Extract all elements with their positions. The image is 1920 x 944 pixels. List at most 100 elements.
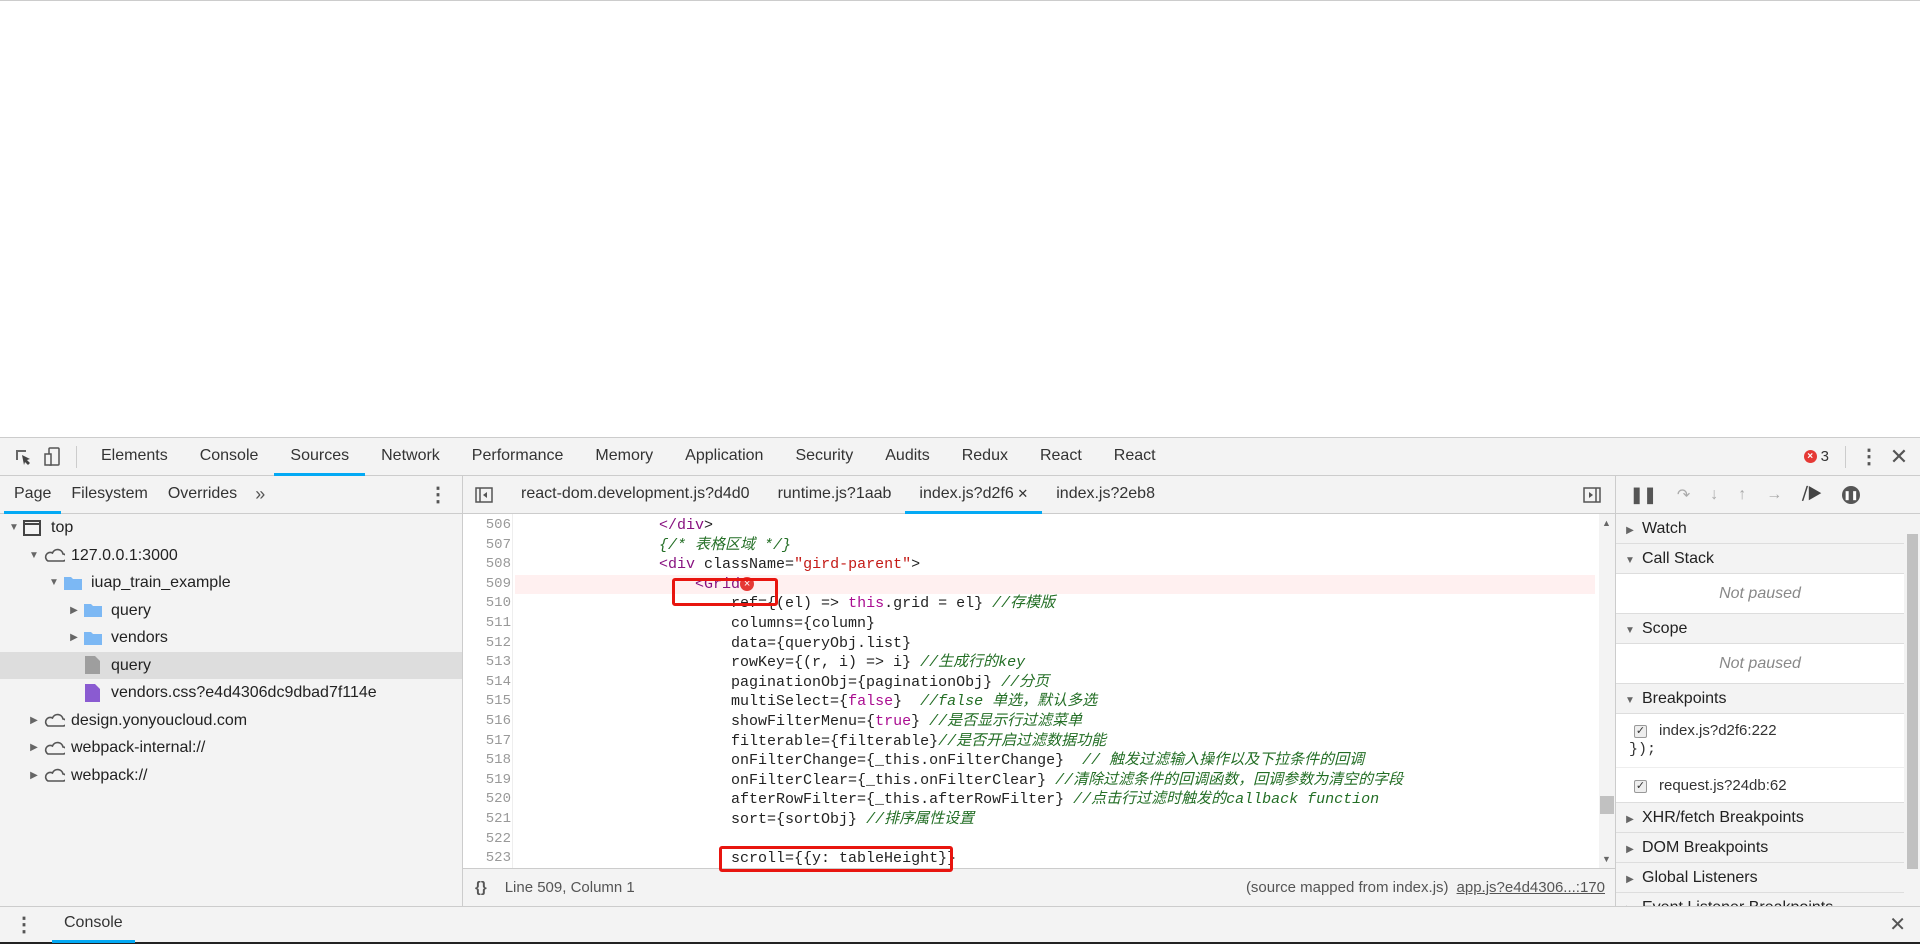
code-line[interactable]: paginationObj={paginationObj} //分页 [515, 673, 1595, 693]
tree-item[interactable]: query [0, 651, 462, 679]
editor-tab[interactable]: index.js?d2f6 ✕ [905, 476, 1043, 514]
expand-arrow-icon[interactable]: ▶ [68, 624, 80, 652]
line-number[interactable]: 514 [463, 673, 511, 693]
drawer-menu-icon[interactable]: ⋮ [14, 912, 34, 937]
code-line[interactable] [515, 830, 1595, 850]
close-tab-icon[interactable]: ✕ [1014, 486, 1028, 501]
line-number[interactable]: 516 [463, 712, 511, 732]
line-number[interactable]: 509 [463, 575, 511, 595]
tree-item[interactable]: ▼ iuap_train_example [0, 569, 462, 597]
breakpoint-item[interactable]: ✓ index.js?d2f6:222 }); [1616, 714, 1904, 768]
pretty-print-button[interactable]: {} [475, 879, 487, 896]
tab-page[interactable]: Page [4, 476, 62, 514]
section-dom-breakpoints[interactable]: ▶ DOM Breakpoints [1616, 833, 1904, 863]
tab-sources[interactable]: Sources [274, 438, 366, 476]
line-number[interactable]: 517 [463, 732, 511, 752]
pause-icon[interactable]: ❚❚ [1630, 485, 1657, 505]
tab-console[interactable]: Console [184, 438, 275, 476]
code-line[interactable]: <div className="gird-parent"> [515, 555, 1595, 575]
step-out-icon[interactable]: ↑ [1738, 486, 1746, 504]
tab-react[interactable]: React [1024, 438, 1098, 476]
code-editor[interactable]: ▲ ▼ 506 </div> 507 {/* 表格区域 */} 508 <div c… [463, 514, 1615, 868]
source-map-link[interactable]: app.js?e4d4306...:170 [1457, 879, 1605, 896]
section-xhr-fetch-breakpoints[interactable]: ▶ XHR/fetch Breakpoints [1616, 803, 1904, 833]
line-number[interactable]: 508 [463, 555, 511, 575]
line-number[interactable]: 511 [463, 614, 511, 634]
more-tabs-chevron-icon[interactable]: » [255, 484, 265, 505]
section-breakpoints[interactable]: ▼ Breakpoints [1616, 684, 1904, 714]
inspect-element-icon[interactable] [8, 438, 38, 476]
code-line[interactable]: scroll={{y: tableHeight}} [515, 849, 1595, 868]
line-number[interactable]: 510 [463, 594, 511, 614]
toggle-navigator-icon[interactable] [475, 486, 493, 503]
tree-item[interactable]: ▶ webpack:// [0, 762, 462, 790]
code-line[interactable]: onFilterClear={_this.onFilterClear} //清除… [515, 771, 1595, 791]
line-number[interactable]: 507 [463, 536, 511, 556]
section-call-stack[interactable]: ▼ Call Stack [1616, 544, 1904, 574]
code-line[interactable]: sort={sortObj} //排序属性设置 [515, 810, 1595, 830]
tree-item[interactable]: vendors.css?e4d4306dc9dbad7f114e [0, 679, 462, 707]
code-line[interactable]: afterRowFilter={_this.afterRowFilter} //… [515, 790, 1595, 810]
section-scope[interactable]: ▼ Scope [1616, 614, 1904, 644]
editor-tab[interactable]: react-dom.development.js?d4d0 [507, 476, 764, 514]
tree-item[interactable]: ▼ top [0, 514, 462, 542]
collapse-arrow-icon[interactable]: ▼ [28, 542, 40, 570]
line-number[interactable]: 515 [463, 692, 511, 712]
code-line[interactable]: multiSelect={false} //false 单选，默认多选 [515, 692, 1595, 712]
tree-item[interactable]: ▶ vendors [0, 624, 462, 652]
tree-item[interactable]: ▶ webpack-internal:// [0, 734, 462, 762]
line-number[interactable]: 521 [463, 810, 511, 830]
editor-tab[interactable]: index.js?2eb8 [1042, 476, 1169, 514]
line-number[interactable]: 523 [463, 849, 511, 868]
deactivate-breakpoints-icon[interactable]: ⧸▶ [1802, 486, 1822, 504]
error-counter[interactable]: × 3 [1803, 448, 1829, 465]
code-line[interactable]: columns={column} [515, 614, 1595, 634]
toggle-debugger-icon[interactable] [1583, 486, 1601, 503]
line-number[interactable]: 519 [463, 771, 511, 791]
section-global-listeners[interactable]: ▶ Global Listeners [1616, 863, 1904, 893]
line-number[interactable]: 506 [463, 516, 511, 536]
tab-audits[interactable]: Audits [869, 438, 945, 476]
collapse-arrow-icon[interactable]: ▼ [48, 569, 60, 597]
tree-item[interactable]: ▼ 127.0.0.1:3000 [0, 542, 462, 570]
code-line[interactable]: </div> [515, 516, 1595, 536]
step-over-icon[interactable]: ↷ [1677, 485, 1690, 505]
breakpoint-checkbox[interactable]: ✓ [1634, 779, 1647, 793]
device-toolbar-icon[interactable] [38, 438, 68, 476]
expand-arrow-icon[interactable]: ▶ [28, 734, 40, 762]
line-number[interactable]: 522 [463, 830, 511, 850]
step-into-icon[interactable]: ↓ [1710, 486, 1718, 504]
drawer-tab-console[interactable]: Console [52, 906, 135, 943]
debugger-scrollbar[interactable] [1904, 514, 1920, 906]
tab-redux[interactable]: Redux [946, 438, 1024, 476]
line-number[interactable]: 520 [463, 790, 511, 810]
collapse-arrow-icon[interactable]: ▼ [8, 514, 20, 542]
section-watch[interactable]: ▶ Watch [1616, 514, 1904, 544]
navigator-menu-icon[interactable]: ⋮ [428, 482, 448, 507]
code-line[interactable]: showFilterMenu={true} //是否显示行过滤菜单 [515, 712, 1595, 732]
editor-scrollbar[interactable]: ▲ ▼ [1599, 514, 1615, 868]
step-icon[interactable]: → [1766, 486, 1782, 504]
breakpoint-item[interactable]: ✓ request.js?24db:62 [1616, 768, 1904, 803]
close-devtools-icon[interactable]: ✕ [1884, 438, 1914, 476]
close-drawer-icon[interactable]: ✕ [1889, 912, 1906, 937]
tree-item[interactable]: ▶ query [0, 597, 462, 625]
expand-arrow-icon[interactable]: ▶ [28, 707, 40, 735]
code-line[interactable]: data={queryObj.list} [515, 634, 1595, 654]
tab-security[interactable]: Security [779, 438, 869, 476]
code-line[interactable]: {/* 表格区域 */} [515, 536, 1595, 556]
code-line[interactable]: rowKey={(r, i) => i} //生成行的key [515, 653, 1595, 673]
tab-performance[interactable]: Performance [456, 438, 580, 476]
tab-elements[interactable]: Elements [85, 438, 184, 476]
line-number[interactable]: 513 [463, 653, 511, 673]
tab-network[interactable]: Network [365, 438, 456, 476]
pause-on-exceptions-icon[interactable]: ❚❚ [1841, 485, 1860, 504]
expand-arrow-icon[interactable]: ▶ [68, 597, 80, 625]
tab-application[interactable]: Application [669, 438, 779, 476]
tab-memory[interactable]: Memory [579, 438, 669, 476]
code-line[interactable]: onFilterChange={_this.onFilterChange} //… [515, 751, 1595, 771]
tab-overrides[interactable]: Overrides [158, 476, 247, 514]
tab-filesystem[interactable]: Filesystem [61, 476, 157, 514]
line-number[interactable]: 518 [463, 751, 511, 771]
breakpoint-checkbox[interactable]: ✓ [1634, 724, 1647, 738]
